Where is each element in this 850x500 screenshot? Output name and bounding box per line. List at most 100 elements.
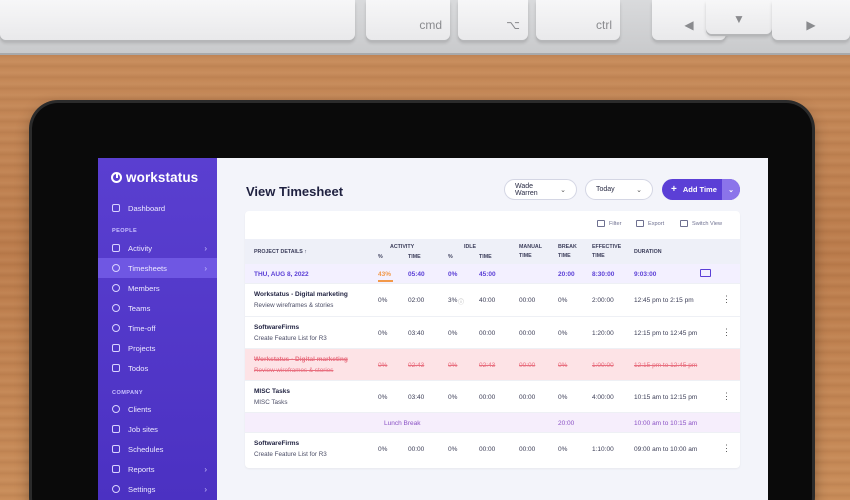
header-break-time: TIME	[558, 253, 571, 259]
switch-view-icon	[680, 220, 688, 227]
sidebar-item-settings[interactable]: Settings ›	[98, 479, 217, 499]
sidebar-item-timesheets[interactable]: Timesheets ›	[98, 258, 217, 278]
duration: 12:15 pm to 12:45 pm	[634, 330, 698, 337]
sidebar-item-label: Settings	[128, 484, 156, 494]
sidebar-item-label: Teams	[128, 303, 151, 313]
chevron-down-icon: ⌄	[560, 186, 566, 194]
sidebar-item-time-off[interactable]: Time-off	[98, 318, 217, 338]
sidebar-item-teams[interactable]: Teams	[98, 298, 217, 318]
effective-time: 4:00:00	[592, 394, 614, 401]
header-effective: EFFECTIVE	[592, 244, 622, 250]
table-header: PROJECT DETAILS ↑ ACTIVITY % TIME IDLE %…	[245, 239, 740, 264]
duration: 10:15 am to 12:15 pm	[634, 394, 698, 401]
sidebar-item-activity[interactable]: Activity ›	[98, 238, 217, 258]
header-activity: ACTIVITY	[390, 244, 415, 250]
header-idle-pct: %	[448, 254, 453, 260]
sidebar-item-label: Job sites	[128, 424, 158, 434]
sidebar-item-projects[interactable]: Projects	[98, 338, 217, 358]
duration: 09:00 am to 10:00 am	[634, 446, 698, 453]
key-label: ▼	[733, 12, 745, 26]
sidebar-item-clients[interactable]: Clients	[98, 399, 217, 419]
header-manual: MANUAL	[519, 244, 542, 250]
activity-percent: 0%	[378, 394, 388, 401]
activity-percent: 0%	[378, 446, 388, 453]
sidebar-item-label: Activity	[128, 243, 153, 253]
break-time: 0%	[558, 297, 568, 304]
key-option: ⌥	[458, 0, 528, 40]
client-icon	[112, 405, 120, 413]
table-row[interactable]: MISC Tasks MISC Tasks 0% 03:40 0% 00:00 …	[245, 381, 740, 413]
idle-time: 00:00	[479, 446, 496, 453]
filter-button[interactable]: Filter	[597, 220, 621, 227]
effective-time: 1:20:00	[592, 330, 614, 337]
idle-time: 40:00	[479, 297, 496, 304]
sidebar-item-members[interactable]: Members	[98, 278, 217, 298]
screenshots-icon[interactable]	[700, 269, 711, 277]
sidebar-item-label: Reports	[128, 464, 155, 474]
idle-time: 02:43	[479, 362, 496, 369]
add-time-label: Add Time	[682, 185, 717, 194]
switch-view-button[interactable]: Switch View	[680, 220, 722, 227]
idle-percent: 0%	[448, 271, 458, 278]
sidebar: workstatus Dashboard PEOPLE Activity › T…	[98, 158, 217, 500]
task-name: Create Feature List for R3	[254, 451, 327, 458]
checklist-icon	[112, 364, 120, 372]
export-button[interactable]: Export	[636, 220, 664, 227]
break-time: 20:00	[558, 420, 575, 427]
idle-percent: 3%	[448, 297, 458, 304]
sidebar-item-reports[interactable]: Reports ›	[98, 459, 217, 479]
key-down: ▼	[706, 0, 772, 34]
manual-time: 00:00	[519, 362, 536, 369]
sidebar-item-label: Projects	[128, 343, 156, 353]
dashboard-icon	[112, 204, 120, 212]
row-menu-icon[interactable]: ⋮	[722, 391, 731, 402]
clock-icon	[112, 264, 120, 272]
chevron-right-icon: ›	[204, 464, 207, 474]
row-menu-icon[interactable]: ⋮	[722, 294, 731, 305]
info-icon[interactable]: ⓘ	[458, 297, 464, 306]
manual-time: 00:00	[519, 394, 536, 401]
row-menu-icon[interactable]: ⋮	[722, 327, 731, 338]
project-name: Workstatus - Digital marketing	[254, 291, 348, 298]
page-title: View Timesheet	[246, 184, 344, 199]
activity-bar	[378, 280, 393, 282]
sidebar-item-dashboard[interactable]: Dashboard	[98, 198, 217, 218]
task-name: MISC Tasks	[254, 399, 288, 406]
duration: 10:00 am to 10:15 am	[634, 420, 698, 427]
header-manual-time: TIME	[519, 253, 532, 259]
key-fn	[0, 0, 355, 40]
manual-time: 00:00	[519, 297, 536, 304]
table-row[interactable]: SoftwareFirms Create Feature List for R3…	[245, 317, 740, 349]
project-name: Workstatus - Digital marketing	[254, 356, 348, 363]
sort-project-details[interactable]: PROJECT DETAILS ↑	[254, 248, 307, 256]
add-time-button[interactable]: + Add Time ⌄	[662, 179, 740, 200]
row-menu-icon[interactable]: ⋮	[722, 443, 731, 454]
manual-time: 00:00	[519, 330, 536, 337]
break-row: Lunch Break 20:00 10:00 am to 10:15 am	[245, 413, 740, 433]
table-row-deleted[interactable]: Workstatus - Digital marketing Review wi…	[245, 349, 740, 381]
date-range-value: Today	[596, 186, 615, 193]
add-time-dropdown-toggle[interactable]: ⌄	[722, 179, 740, 200]
activity-percent: 0%	[378, 297, 388, 304]
sidebar-item-label: Timesheets	[128, 263, 167, 273]
app-logo[interactable]: workstatus	[111, 170, 198, 185]
table-row[interactable]: Workstatus - Digital marketing Review wi…	[245, 284, 740, 317]
activity-time: 03:40	[408, 394, 425, 401]
task-name: Review wireframes & stories	[254, 367, 334, 374]
idle-percent: 0%	[448, 330, 458, 337]
plus-icon: +	[671, 184, 677, 195]
sidebar-item-todos[interactable]: Todos	[98, 358, 217, 378]
project-name: MISC Tasks	[254, 388, 291, 395]
user-select[interactable]: Wade Warren ⌄	[504, 179, 577, 200]
duration: 12:15 pm to 12:45 pm	[634, 362, 698, 369]
sidebar-item-schedules[interactable]: Schedules	[98, 439, 217, 459]
sidebar-item-label: Todos	[128, 363, 149, 373]
break-time: 20:00	[558, 271, 575, 278]
header-activity-pct: %	[378, 254, 383, 260]
break-time: 0%	[558, 362, 568, 369]
date-range-select[interactable]: Today ⌄	[585, 179, 653, 200]
table-row[interactable]: SoftwareFirms Create Feature List for R3…	[245, 433, 740, 466]
sidebar-item-job-sites[interactable]: Job sites	[98, 419, 217, 439]
timesheet-card: Filter Export Switch View PROJECT DETAIL…	[245, 211, 740, 468]
activity-percent: 0%	[378, 330, 388, 337]
